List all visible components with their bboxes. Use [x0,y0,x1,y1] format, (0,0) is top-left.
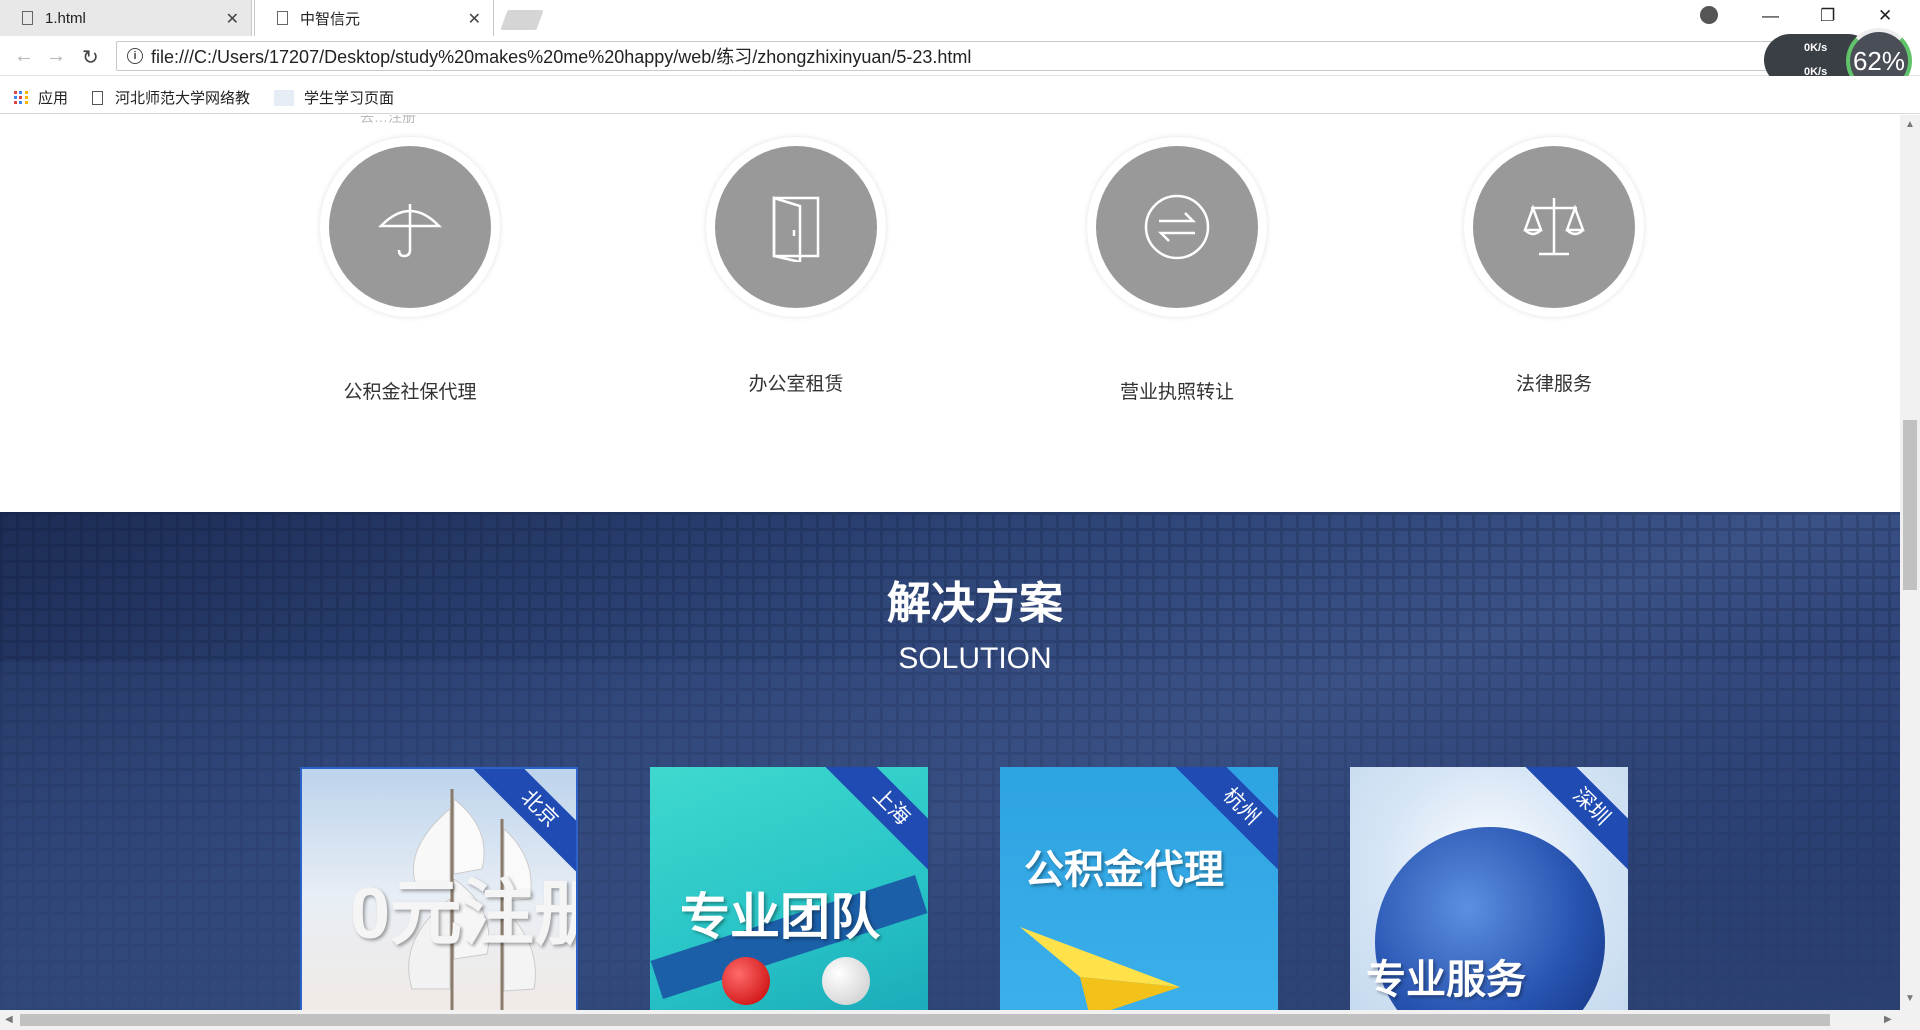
card-headline: 专业服务 [1366,958,1526,1002]
card-headline: 0元注册 [350,874,576,954]
door-icon [715,146,877,308]
bookmark-hebei[interactable]: 河北师范大学网络教 [92,87,250,108]
restore-icon[interactable]: ❐ [1820,6,1835,26]
red-ball [722,957,770,1005]
address-row: ← → ↻ i file:///C:/Users/17207/Desktop/s… [0,36,1920,76]
scroll-left-icon[interactable]: ◀ [5,1014,13,1025]
service-label: 公积金社保代理 [343,382,477,403]
transfer-icon [1096,146,1258,308]
service-label: 办公室租赁 [748,374,844,395]
service-label: 法律服务 [1515,374,1592,395]
bookmark-label: 河北师范大学网络教 [115,90,251,107]
service-item-license-transfer[interactable]: 营业执照转让 [1087,137,1267,403]
scroll-right-icon[interactable]: ▶ [1884,1014,1892,1025]
solution-card-beijing[interactable]: 0元注册 北京 [300,767,578,1010]
close-tab-icon[interactable]: ✕ [226,9,239,29]
card-headline: 公积金代理 [1024,848,1224,892]
scrollbar-thumb[interactable] [1903,420,1917,590]
partially-hidden-text: 去…注册 [360,115,416,125]
icon-ring [1464,137,1644,317]
solution-card-shenzhen[interactable]: 专业服务 深圳 [1350,767,1628,1010]
blank-page-icon [274,89,294,106]
scroll-down-icon[interactable]: ▼ [1905,993,1915,1004]
minimize-icon[interactable]: — [1762,6,1779,26]
paper-plane-image [1020,927,1180,1010]
forward-icon[interactable]: → [46,45,66,68]
document-icon [92,90,103,105]
apps-grid-icon [14,90,28,105]
city-ribbon: 上海 [825,767,928,873]
bookmarks-bar: 应用 河北师范大学网络教 学生学习页面 [0,76,1920,114]
solution-card-shanghai[interactable]: 专业团队 上海 [650,767,928,1010]
document-icon [22,11,33,25]
card-headline: 专业团队 [680,889,880,945]
solution-card-hangzhou[interactable]: 公积金代理 杭州 [1000,767,1278,1010]
info-icon[interactable]: i [127,48,143,64]
bookmark-student[interactable]: 学生学习页面 [274,87,394,108]
reload-icon[interactable]: ↻ [82,45,99,70]
upload-rate: 0K/s [1804,42,1828,54]
new-tab-button[interactable] [500,10,544,30]
tab-title: 中智信元 [300,10,361,28]
service-label: 营业执照转让 [1119,382,1234,403]
scroll-up-icon[interactable]: ▲ [1905,119,1915,130]
close-tab-icon[interactable]: ✕ [468,9,481,29]
document-icon [277,11,288,25]
memory-percent: 62% [1852,45,1906,76]
vertical-scrollbar[interactable]: ▲ ▼ [1900,115,1920,1010]
browser-tab-bar: 1.html ✕ 中智信元 ✕ — ❐ ✕ [0,0,1920,36]
horizontal-scrollbar[interactable]: ◀ ▶ [0,1010,1920,1030]
bookmark-apps[interactable]: 应用 [14,87,68,108]
profile-icon[interactable] [1700,6,1718,24]
scrollbar-thumb[interactable] [20,1014,1830,1026]
white-ball [822,957,870,1005]
service-item-office-rental[interactable]: 办公室租赁 [706,137,886,395]
close-window-icon[interactable]: ✕ [1878,6,1892,26]
icon-ring [1087,137,1267,317]
icon-ring [706,137,886,317]
scales-icon [1473,146,1635,308]
icon-ring [320,137,500,317]
section-title: 解决方案 [887,579,1063,628]
tab-1-html[interactable]: 1.html ✕ [0,0,252,36]
back-icon[interactable]: ← [14,45,34,68]
umbrella-icon [329,146,491,308]
tab-title: 1.html [45,9,86,27]
bookmark-label: 应用 [38,90,69,107]
section-subtitle: SOLUTION [898,642,1052,675]
address-text: file:///C:/Users/17207/Desktop/study%20m… [151,47,972,67]
tab-zhongzhixinyuan[interactable]: 中智信元 ✕ [254,0,494,36]
page-viewport: 去…注册 公积金社保代理 办公室租赁 营业执照转让 法律服务 解决方案 SOLU… [0,115,1900,1010]
address-bar[interactable]: i file:///C:/Users/17207/Desktop/study%2… [116,41,1776,71]
service-item-housing-fund[interactable]: 公积金社保代理 [320,137,500,403]
bookmark-label: 学生学习页面 [304,90,395,107]
solution-section: 解决方案 SOLUTION 0元注册 北京 专业团队 上海 [0,512,1900,1010]
service-item-legal[interactable]: 法律服务 [1464,137,1644,395]
